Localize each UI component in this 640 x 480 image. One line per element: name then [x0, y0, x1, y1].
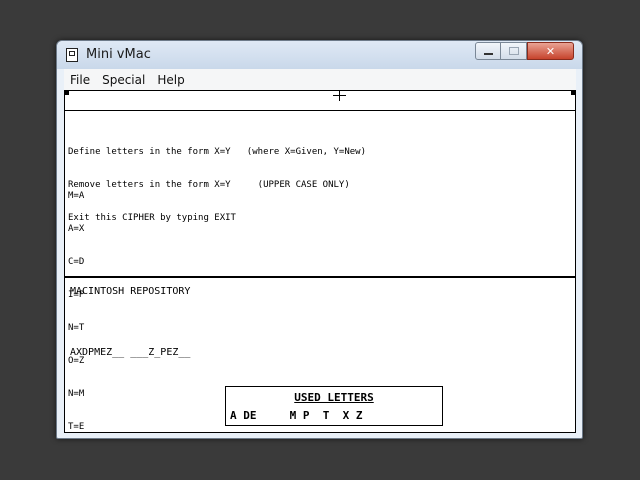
mini-vmac-window: Mini vMac ✕ File Special Help Define let… — [56, 40, 583, 439]
menu-file[interactable]: File — [64, 73, 96, 87]
screen-corner — [571, 91, 575, 95]
instruction-line: Exit this CIPHER by typing EXIT — [68, 213, 236, 223]
instructions: Define letters in the form X=Y (where X=… — [68, 125, 366, 246]
plaintext-line: MACINTOSH REPOSITORY — [70, 286, 191, 297]
menu-help[interactable]: Help — [151, 73, 190, 87]
mapping-line: N=T — [68, 323, 85, 333]
instruction-line: Define letters in the form X=Y (where X=… — [68, 147, 367, 157]
mapping-line: A=X — [68, 224, 85, 234]
minimize-button[interactable] — [475, 42, 501, 60]
mac-menu-strip — [65, 91, 575, 111]
used-letters-title: USED LETTERS — [294, 391, 374, 404]
menu-special[interactable]: Special — [96, 73, 151, 87]
title-bar[interactable]: Mini vMac ✕ — [57, 41, 582, 69]
used-letters-box: USED LETTERS A DE M P T X Z — [225, 386, 443, 426]
used-letters-list: A DE M P T X Z — [230, 409, 363, 422]
letter-mappings: M=A A=X C=D I=P N=T O=Z N=M T=E — [68, 169, 101, 432]
ciphertext-line: AXDPMEZ__ ___Z_PEZ__ — [70, 347, 191, 358]
mapping-line: N=M — [68, 389, 85, 399]
maximize-icon — [508, 47, 519, 55]
mapping-line: M=A — [68, 191, 85, 201]
mac-app-icon — [66, 48, 78, 62]
maximize-button[interactable] — [501, 42, 527, 60]
instruction-line: Remove letters in the form X=Y (UPPER CA… — [68, 180, 350, 190]
screen-corner — [65, 91, 69, 95]
window-title: Mini vMac — [86, 47, 151, 62]
emulator-screen[interactable]: Define letters in the form X=Y (where X=… — [64, 90, 576, 433]
menu-bar: File Special Help — [64, 69, 576, 91]
close-icon: ✕ — [545, 44, 556, 58]
mapping-line: T=E — [68, 422, 85, 432]
section-divider — [65, 276, 575, 278]
close-button[interactable]: ✕ — [527, 42, 574, 60]
minimize-icon — [483, 52, 493, 55]
crosshair-cursor-icon — [339, 91, 340, 101]
mapping-line: C=D — [68, 257, 85, 267]
